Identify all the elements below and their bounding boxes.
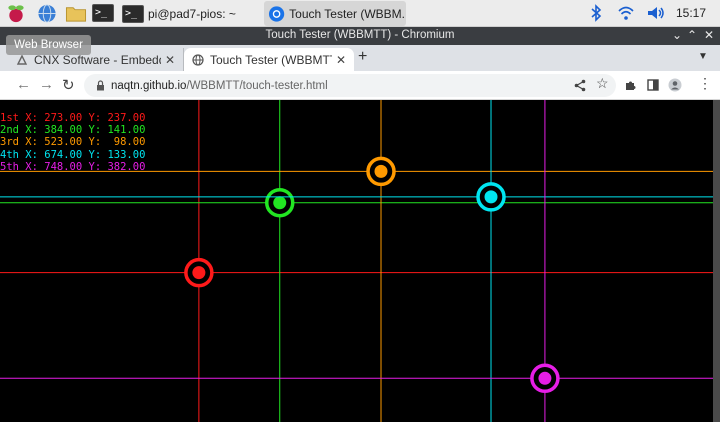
touch-readout-3rd: 3rd X: 523.00 Y: 98.00 bbox=[0, 136, 146, 149]
forward-icon[interactable]: → bbox=[39, 76, 54, 93]
close-window-icon[interactable]: ✕ bbox=[704, 28, 714, 42]
chromium-task-button[interactable]: Touch Tester (WBBM... bbox=[264, 1, 406, 26]
touch-readout-1st: 1st X: 273.00 Y: 237.00 bbox=[0, 112, 146, 124]
touch-dot-4th bbox=[484, 190, 498, 204]
lock-icon[interactable] bbox=[96, 80, 105, 91]
bookmark-star-icon[interactable]: ☆ bbox=[596, 75, 609, 92]
clock: 15:17 bbox=[676, 6, 707, 20]
page-favicon-icon bbox=[16, 53, 28, 65]
chromium-task-label: Touch Tester (WBBM... bbox=[289, 6, 406, 21]
touch-tester-canvas[interactable]: 1st X: 273.00 Y: 237.00 2nd X: 384.00 Y: … bbox=[0, 100, 713, 422]
page-edge-strip bbox=[713, 100, 720, 422]
close-tab-icon[interactable]: ✕ bbox=[165, 53, 175, 67]
extensions-icon[interactable] bbox=[624, 79, 636, 91]
url-host: naqtn.github.io bbox=[111, 79, 187, 92]
raspberry-menu-icon[interactable] bbox=[5, 3, 27, 24]
terminal-task-label: pi@pad7-pios: ~ bbox=[148, 6, 236, 21]
folder-icon[interactable] bbox=[64, 3, 88, 24]
globe-icon bbox=[192, 53, 204, 66]
taskbar: >_ >_ pi@pad7-pios: ~ Touch Tester (WBBM… bbox=[0, 0, 720, 27]
touch-readout-2nd: 2nd X: 384.00 Y: 141.00 bbox=[0, 124, 146, 137]
volume-icon[interactable] bbox=[646, 4, 666, 22]
address-bar[interactable]: naqtn.github.io/WBBMTT/touch-tester.html bbox=[84, 74, 616, 97]
terminal-icon[interactable]: >_ bbox=[92, 4, 114, 22]
share-icon[interactable] bbox=[574, 79, 586, 92]
web-browser-tooltip: Web Browser bbox=[6, 35, 91, 55]
browser-toolbar: ← → ↻ naqtn.github.io/WBBMTT/touch-teste… bbox=[0, 71, 720, 100]
tab-search-icon[interactable]: ▼ bbox=[698, 51, 708, 62]
wifi-icon[interactable] bbox=[617, 4, 635, 22]
touch-dot-2nd bbox=[273, 196, 287, 210]
maximize-icon[interactable]: ⌃ bbox=[687, 28, 697, 42]
tab-label: Touch Tester (WBBMTT) bbox=[210, 52, 332, 67]
touch-readout-4th: 4th X: 674.00 Y: 133.00 bbox=[0, 148, 146, 161]
touch-dot-1st bbox=[192, 266, 206, 280]
side-panel-icon[interactable] bbox=[647, 79, 659, 91]
touch-dot-5th bbox=[538, 371, 552, 385]
close-tab-icon[interactable]: ✕ bbox=[336, 53, 346, 67]
terminal-task-button[interactable]: >_ pi@pad7-pios: ~ bbox=[122, 3, 236, 24]
reload-icon[interactable]: ↻ bbox=[62, 76, 75, 94]
more-options-icon[interactable]: ⋮ bbox=[698, 75, 712, 92]
profile-avatar-icon[interactable] bbox=[668, 78, 682, 92]
minimize-icon[interactable]: ⌄ bbox=[672, 28, 682, 42]
back-icon[interactable]: ← bbox=[16, 76, 31, 93]
window-title: Touch Tester (WBBMTT) - Chromium bbox=[265, 29, 455, 41]
web-browser-icon[interactable] bbox=[36, 3, 58, 24]
touch-readout-5th: 5th X: 748.00 Y: 382.00 bbox=[0, 160, 146, 173]
touch-dot-3rd bbox=[374, 164, 388, 178]
bluetooth-icon[interactable] bbox=[590, 4, 602, 22]
new-tab-icon[interactable]: + bbox=[358, 48, 367, 66]
tab-touch-tester[interactable]: Touch Tester (WBBMTT) ✕ bbox=[184, 48, 354, 71]
chromium-icon bbox=[268, 5, 285, 22]
terminal-task-icon: >_ bbox=[122, 4, 144, 23]
url-path: /WBBMTT/touch-tester.html bbox=[186, 79, 328, 92]
window-titlebar[interactable]: Touch Tester (WBBMTT) - Chromium ⌄ ⌃ ✕ bbox=[0, 27, 720, 45]
